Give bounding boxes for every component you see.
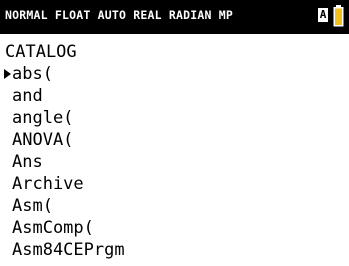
alpha-indicator: A — [318, 8, 328, 22]
catalog-item-and[interactable]: and — [0, 85, 349, 107]
catalog-item-label: Archive — [12, 174, 84, 194]
catalog-item-label: Asm( — [12, 196, 53, 216]
catalog-item-ans[interactable]: Ans — [0, 151, 349, 173]
catalog-title: CATALOG — [5, 42, 77, 62]
catalog-item-label: angle( — [12, 108, 74, 128]
catalog-item-asmcomp[interactable]: AsmComp( — [0, 217, 349, 239]
catalog-item-label: and — [12, 86, 43, 106]
catalog-item-asm84ceprgm[interactable]: Asm84CEPrgm — [0, 239, 349, 261]
catalog-item-label: abs( — [12, 64, 53, 84]
status-bar: NORMAL FLOAT AUTO REAL RADIAN MP A — [0, 0, 349, 34]
catalog-item-label: ANOVA( — [12, 130, 74, 150]
catalog-item-label: Asm84CEPrgm — [12, 240, 125, 260]
catalog-item-label: AsmComp( — [12, 218, 94, 238]
catalog-item-angle[interactable]: angle( — [0, 107, 349, 129]
catalog-item-asm[interactable]: Asm( — [0, 195, 349, 217]
catalog-item-archive[interactable]: Archive — [0, 173, 349, 195]
mode-status-text: NORMAL FLOAT AUTO REAL RADIAN MP — [5, 8, 233, 22]
cursor-triangle-icon — [4, 69, 11, 79]
catalog-item-anova[interactable]: ANOVA( — [0, 129, 349, 151]
catalog-item-label: Ans — [12, 152, 43, 172]
battery-icon — [333, 5, 344, 27]
calculator-screen: NORMAL FLOAT AUTO REAL RADIAN MP A CATAL… — [0, 0, 349, 266]
catalog-item-abs[interactable]: abs( — [0, 63, 349, 85]
catalog-list: abs( and angle( ANOVA( Ans Archive Asm( … — [0, 63, 349, 261]
